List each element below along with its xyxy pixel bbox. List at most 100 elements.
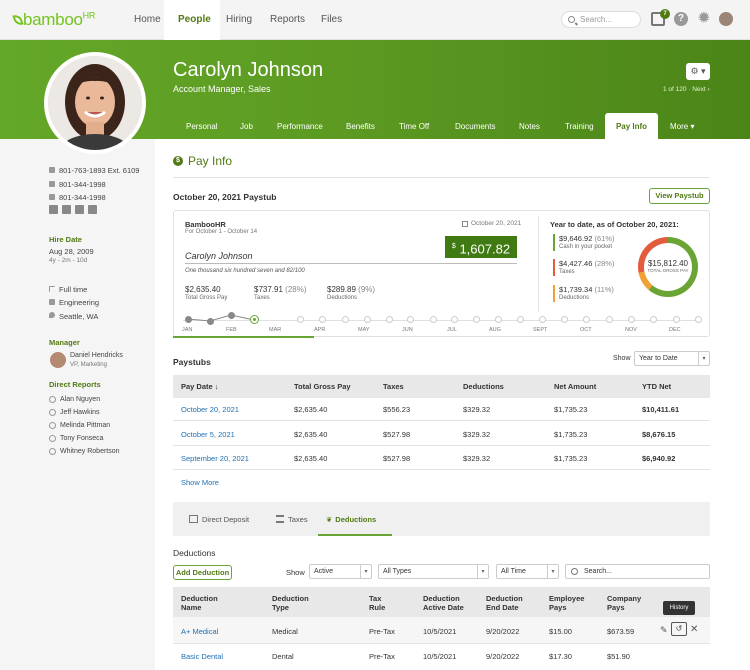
timeline-dot[interactable]	[430, 316, 437, 323]
col-ytd-net[interactable]: YTD Net	[642, 382, 671, 391]
tab-training[interactable]: Training	[565, 122, 594, 131]
help-icon[interactable]: ?	[674, 12, 688, 26]
tab-more[interactable]: More ▾	[670, 122, 694, 131]
timeline-dot[interactable]	[185, 316, 192, 323]
timeline-dot[interactable]	[407, 316, 414, 323]
timeline-dot[interactable]	[583, 316, 590, 323]
ytd-deductions-label: Deductions	[559, 295, 590, 301]
view-paystub-button[interactable]: View Paystub	[649, 188, 710, 204]
facebook-icon[interactable]	[88, 205, 97, 214]
paystub-date-link[interactable]: September 20, 2021	[181, 454, 249, 463]
col-company-pays[interactable]: Company	[607, 594, 641, 603]
col-net[interactable]: Net Amount	[554, 382, 596, 391]
timeline-dot[interactable]	[606, 316, 613, 323]
paystub-date-link[interactable]: October 5, 2021	[181, 430, 235, 439]
cell: $1,735.23	[554, 454, 588, 463]
nav-hiring[interactable]: Hiring	[226, 14, 252, 25]
month-label: DEC	[669, 327, 681, 333]
timeline-dot[interactable]	[297, 316, 304, 323]
subtab-taxes[interactable]: Taxes	[276, 515, 308, 524]
col-employee-pays[interactable]: Employee	[549, 594, 584, 603]
col-end-date[interactable]: Deduction	[486, 594, 523, 603]
tab-pay-info[interactable]: Pay Info	[605, 113, 658, 139]
deductions-search-input[interactable]: Search...	[565, 564, 710, 579]
show-more-link[interactable]: Show More	[181, 478, 219, 487]
tab-job[interactable]: Job	[240, 122, 253, 131]
nav-reports[interactable]: Reports	[270, 14, 305, 25]
paystubs-range-select[interactable]: Year to Date ▾	[634, 351, 710, 366]
manager-avatar[interactable]	[50, 352, 66, 368]
direct-report-item[interactable]: Tony Fonseca	[60, 435, 104, 442]
hire-date-label: Hire Date	[49, 235, 82, 244]
tab-documents[interactable]: Documents	[455, 122, 495, 131]
timeline-dot[interactable]	[539, 316, 546, 323]
employee-pager[interactable]: 1 of 120 · Next ›	[663, 86, 710, 93]
direct-report-item[interactable]: Whitney Robertson	[60, 448, 120, 455]
profile-settings-button[interactable]: ⚙ ▾	[686, 63, 710, 80]
tab-benefits[interactable]: Benefits	[346, 122, 375, 131]
inbox-badge: 7	[660, 9, 670, 19]
direct-report-item[interactable]: Jeff Hawkins	[60, 409, 100, 416]
month-label: JUL	[447, 327, 457, 333]
timeline-dot[interactable]	[451, 316, 458, 323]
col-gross[interactable]: Total Gross Pay	[294, 382, 351, 391]
nav-home[interactable]: Home	[134, 14, 161, 25]
timeline-dot[interactable]	[628, 316, 635, 323]
timeline-dot[interactable]	[207, 318, 214, 325]
tab-performance[interactable]: Performance	[277, 122, 323, 131]
time-filter-select[interactable]: All Time ▾	[496, 564, 559, 579]
timeline-dot[interactable]	[673, 316, 680, 323]
linkedin-icon[interactable]	[62, 205, 71, 214]
timeline-dot[interactable]	[342, 316, 349, 323]
col-tax-rule[interactable]: Tax	[369, 594, 381, 603]
direct-report-item[interactable]: Melinda Pittman	[60, 422, 110, 429]
deduction-name-link[interactable]: A+ Medical	[181, 627, 218, 636]
history-icon[interactable]: ↺	[671, 622, 687, 636]
timeline-dot-current[interactable]	[251, 316, 258, 323]
col-deduction-name[interactable]: Deduction	[181, 594, 218, 603]
timeline-dot[interactable]	[319, 316, 326, 323]
col-taxes[interactable]: Taxes	[383, 382, 404, 391]
timeline-dot[interactable]	[386, 316, 393, 323]
col-pay-date[interactable]: Pay Date ↓	[181, 382, 219, 391]
manager-name[interactable]: Daniel Hendricks	[70, 352, 123, 359]
twitter-icon[interactable]	[75, 205, 84, 214]
edit-pencil-icon[interactable]: ✎	[660, 625, 668, 636]
timeline-dot[interactable]	[517, 316, 524, 323]
profile-photo[interactable]	[44, 52, 146, 154]
cell: $329.32	[463, 430, 491, 439]
deduction-name-link[interactable]: Basic Dental	[181, 652, 223, 661]
email-icon[interactable]	[49, 205, 58, 214]
paystub-date-link[interactable]: October 20, 2021	[181, 405, 239, 414]
col-deduction-type[interactable]: Deduction	[272, 594, 309, 603]
tab-notes[interactable]: Notes	[519, 122, 540, 131]
timeline-dot[interactable]	[495, 316, 502, 323]
user-avatar[interactable]	[719, 12, 733, 26]
timeline-dot[interactable]	[561, 316, 568, 323]
timeline-dot[interactable]	[695, 316, 702, 323]
phone-icon	[49, 167, 55, 173]
settings-gear-icon[interactable]: ✹	[697, 11, 711, 27]
global-search-input[interactable]: Search...	[561, 11, 641, 28]
cell: $527.98	[383, 454, 411, 463]
close-icon[interactable]: ✕	[690, 624, 698, 635]
nav-people[interactable]: People	[178, 14, 211, 25]
timeline-dot[interactable]	[650, 316, 657, 323]
subtab-direct-deposit[interactable]: Direct Deposit	[189, 515, 249, 524]
col-active-date[interactable]: Deduction	[423, 594, 460, 603]
timeline-dot[interactable]	[473, 316, 480, 323]
tab-personal[interactable]: Personal	[186, 122, 218, 131]
direct-report-item[interactable]: Alan Nguyen	[60, 396, 100, 403]
add-deduction-button[interactable]: Add Deduction	[173, 565, 232, 580]
type-filter-select[interactable]: All Types ▾	[378, 564, 489, 579]
timeline-dot[interactable]	[364, 316, 371, 323]
status-filter-select[interactable]: Active ▾	[309, 564, 372, 579]
bamboohr-logo[interactable]: bambooHR	[12, 10, 95, 30]
cell: $2,635.40	[294, 454, 328, 463]
subtab-deductions[interactable]: ❦ Deductions	[326, 515, 376, 524]
timeline-dot[interactable]	[228, 312, 235, 319]
nav-files[interactable]: Files	[321, 14, 342, 25]
col-deductions[interactable]: Deductions	[463, 382, 504, 391]
tab-time-off[interactable]: Time Off	[399, 122, 429, 131]
cell: $329.32	[463, 454, 491, 463]
